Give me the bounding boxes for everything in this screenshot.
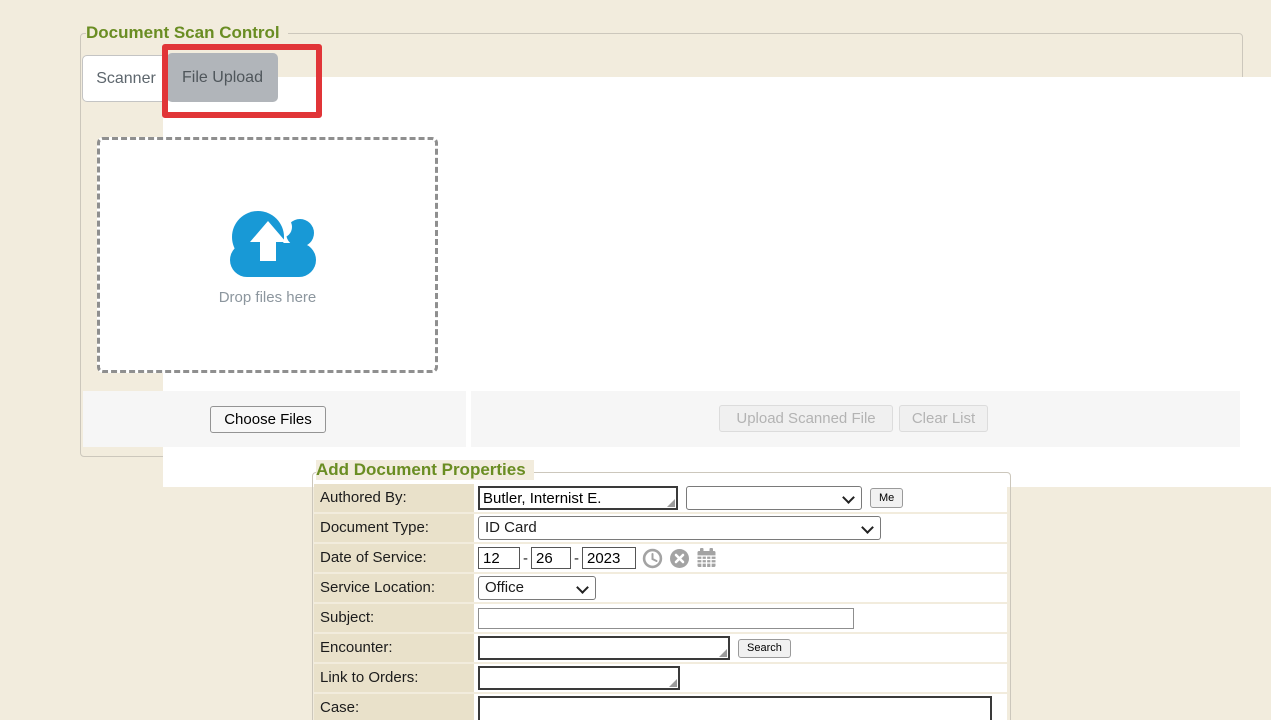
link-to-orders-label: Link to Orders: — [314, 664, 474, 692]
tab-scanner[interactable]: Scanner — [82, 55, 170, 102]
date-month-input[interactable] — [478, 547, 520, 569]
encounter-label: Encounter: — [314, 634, 474, 662]
upload-scanned-file-button[interactable]: Upload Scanned File — [719, 405, 893, 432]
resize-grip-icon — [667, 499, 675, 507]
date-day-input[interactable] — [531, 547, 571, 569]
document-type-select-value: ID Card — [479, 517, 880, 539]
case-textarea[interactable] — [478, 696, 992, 720]
date-of-service-label: Date of Service: — [314, 544, 474, 572]
document-type-content: ID Card — [474, 514, 1007, 542]
clear-list-button[interactable]: Clear List — [899, 405, 988, 432]
service-location-label: Service Location: — [314, 574, 474, 602]
me-button[interactable]: Me — [870, 488, 903, 508]
row-service-location: Service Location: Office — [314, 574, 1007, 602]
service-location-content: Office — [474, 574, 1007, 602]
row-encounter: Encounter: Search — [314, 634, 1007, 662]
subject-label: Subject: — [314, 604, 474, 632]
choose-files-button[interactable]: Choose Files — [210, 406, 326, 433]
resize-grip-icon — [719, 649, 727, 657]
encounter-content: Search — [474, 634, 1007, 662]
row-date-of-service: Date of Service: - - — [314, 544, 1007, 572]
link-to-orders-content — [474, 664, 1007, 692]
authored-by-select[interactable] — [686, 486, 862, 510]
document-type-label: Document Type: — [314, 514, 474, 542]
subject-content — [474, 604, 1007, 632]
subject-input[interactable] — [478, 608, 854, 629]
row-authored-by: Authored By: Me — [314, 484, 1007, 512]
calendar-icon[interactable] — [696, 548, 717, 568]
case-label: Case: — [314, 694, 474, 720]
date-of-service-content: - - — [474, 544, 1007, 572]
case-content — [474, 694, 1007, 720]
row-link-to-orders: Link to Orders: — [314, 664, 1007, 692]
service-location-select[interactable]: Office — [478, 576, 596, 600]
date-separator: - — [574, 550, 579, 567]
row-case: Case: — [314, 694, 1007, 720]
add-document-properties-title: Add Document Properties — [316, 460, 534, 480]
row-document-type: Document Type: ID Card — [314, 514, 1007, 542]
document-properties-form: Authored By: Me Document Type: I — [314, 484, 1007, 720]
row-subject: Subject: — [314, 604, 1007, 632]
document-scan-page: Document Scan Control Scanner File Uploa… — [0, 0, 1271, 720]
link-to-orders-input-wrap — [478, 666, 680, 690]
date-separator: - — [523, 550, 528, 567]
encounter-search-button[interactable]: Search — [738, 639, 791, 658]
authored-by-content: Me — [474, 484, 1007, 512]
encounter-input[interactable] — [478, 636, 730, 660]
clear-date-icon[interactable] — [669, 548, 690, 569]
authored-by-label: Authored By: — [314, 484, 474, 512]
file-dropzone[interactable]: Drop files here — [97, 137, 438, 373]
authored-by-input-wrap — [478, 486, 678, 510]
clock-icon[interactable] — [642, 548, 663, 569]
annotation-highlight-box — [162, 44, 322, 118]
resize-grip-icon — [669, 679, 677, 687]
date-year-input[interactable] — [582, 547, 636, 569]
document-type-select[interactable]: ID Card — [478, 516, 881, 540]
dropzone-hint-text: Drop files here — [219, 289, 317, 306]
link-to-orders-input[interactable] — [478, 666, 680, 690]
case-textarea-wrap — [478, 696, 992, 720]
authored-by-input[interactable] — [478, 486, 678, 510]
cloud-upload-icon — [218, 205, 318, 277]
chevron-down-icon — [842, 491, 855, 504]
encounter-input-wrap — [478, 636, 730, 660]
document-scan-control-title: Document Scan Control — [86, 23, 288, 43]
